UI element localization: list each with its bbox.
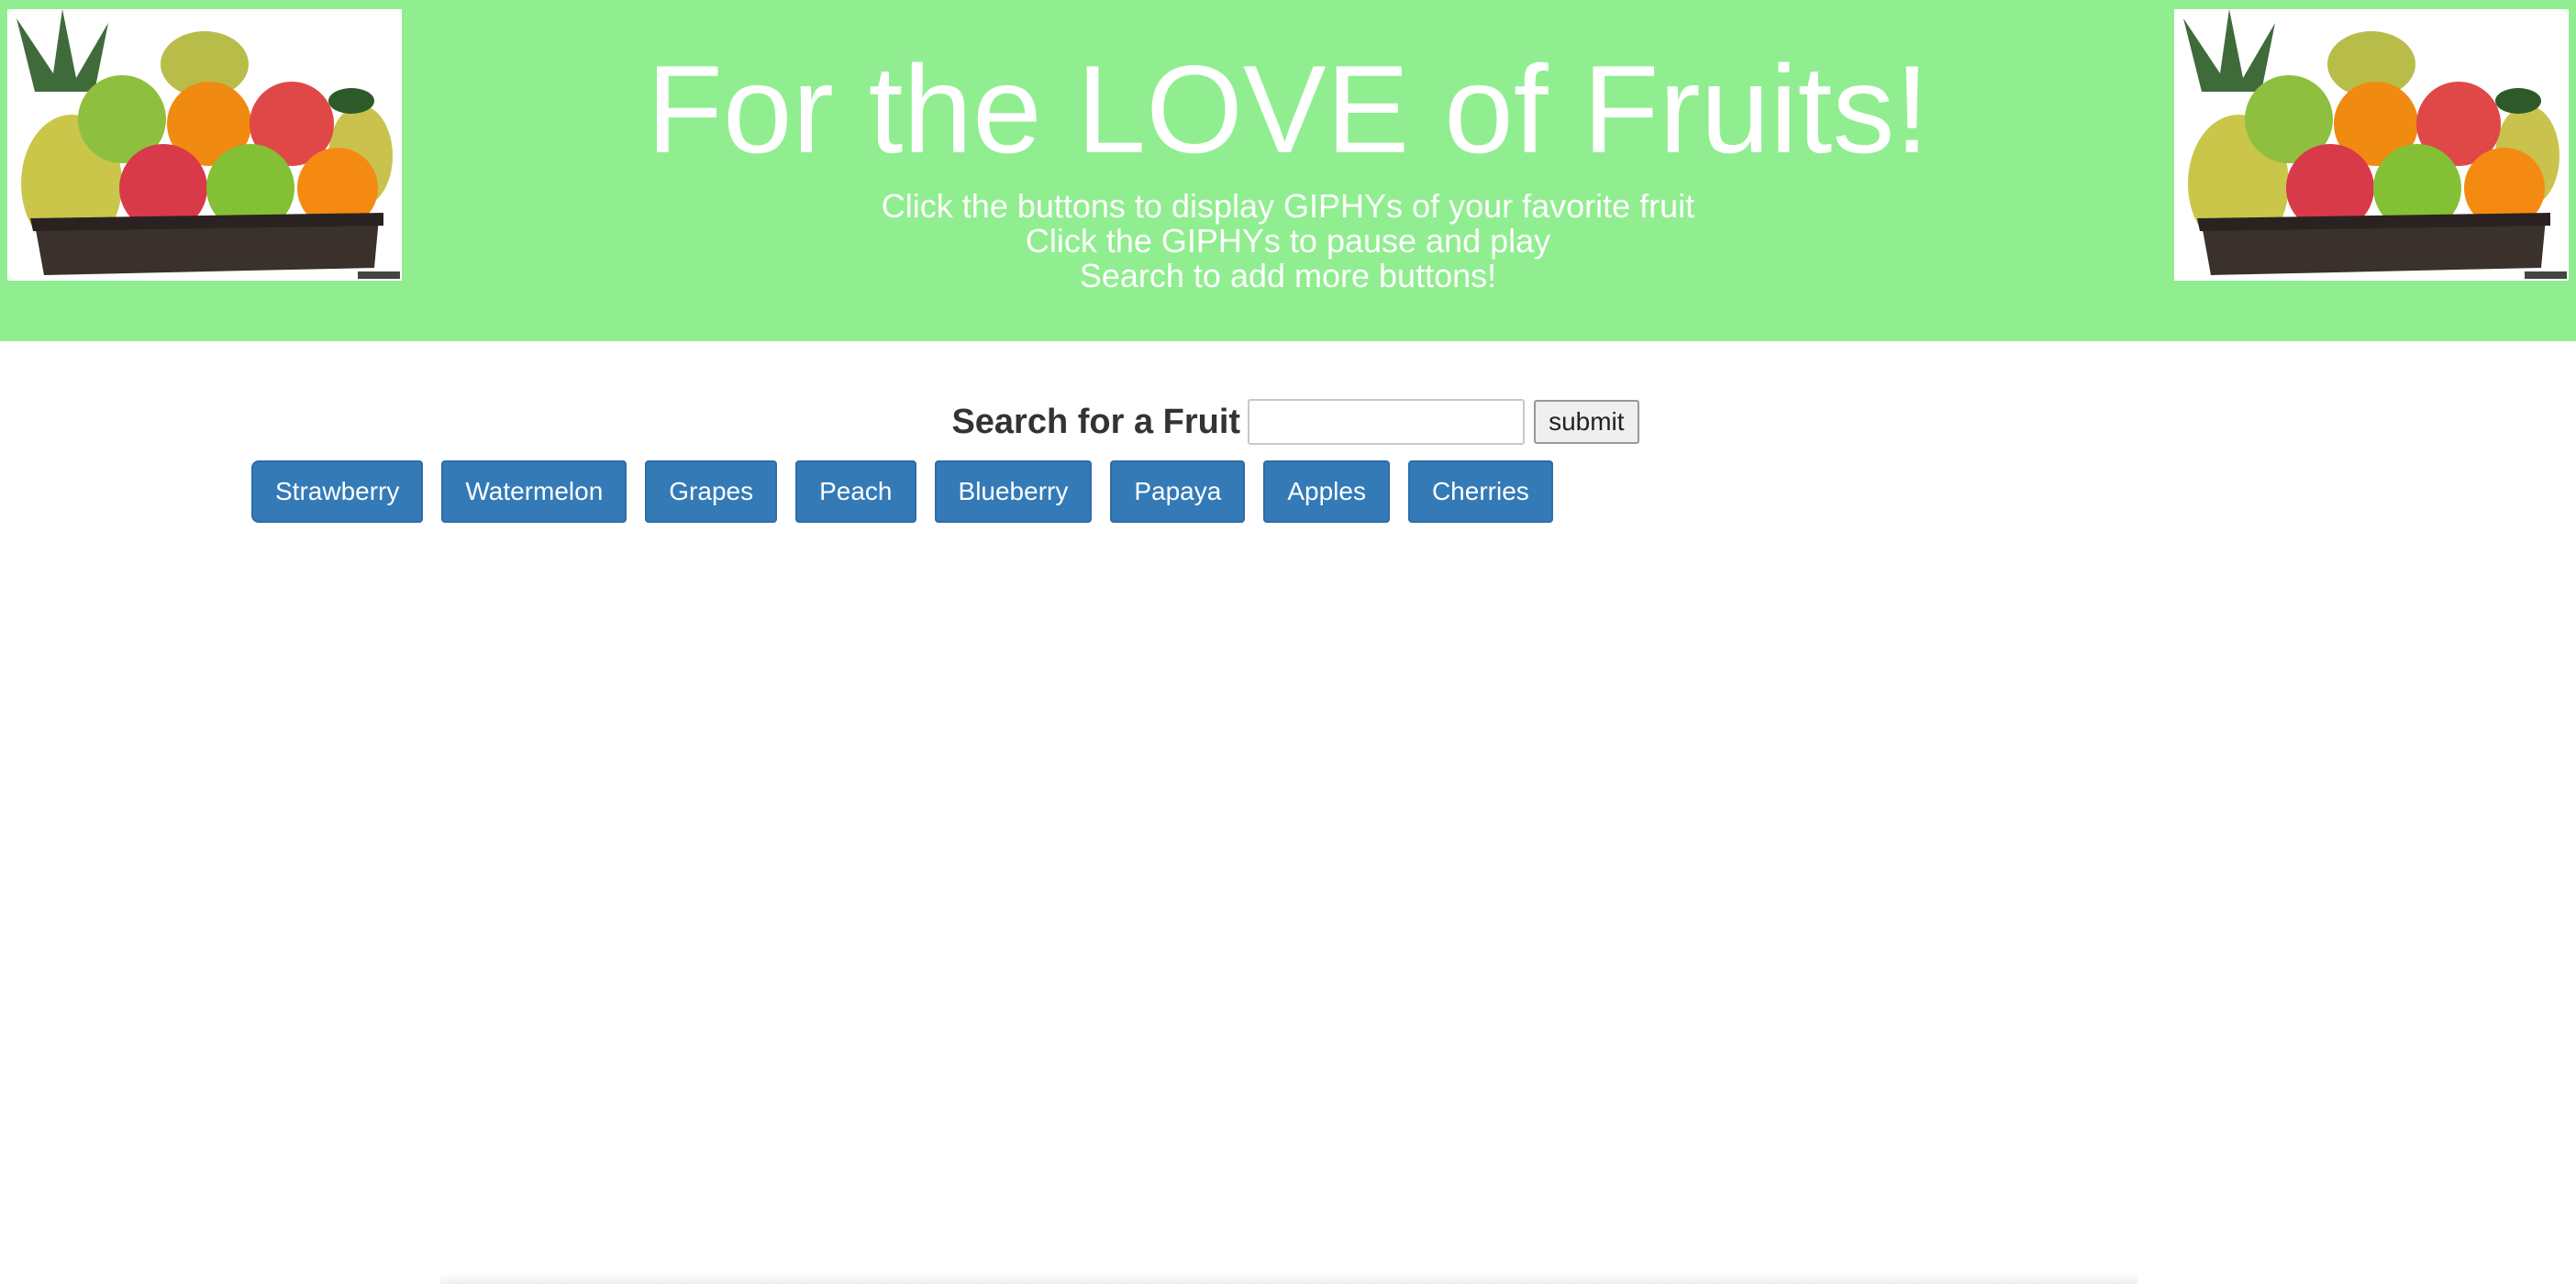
fruit-button-strawberry[interactable]: Strawberry (251, 460, 424, 523)
search-input[interactable] (1248, 399, 1526, 445)
fruit-button-list: Strawberry Watermelon Grapes Peach Blueb… (251, 460, 1553, 523)
page-bottom-shadow (440, 1273, 2137, 1284)
fruit-button-watermelon[interactable]: Watermelon (441, 460, 627, 523)
fruit-button-peach[interactable]: Peach (795, 460, 916, 523)
page-header: For the LOVE of Fruits! Click the button… (0, 0, 2576, 341)
fruit-button-grapes[interactable]: Grapes (645, 460, 778, 523)
fruit-button-blueberry[interactable]: Blueberry (934, 460, 1093, 523)
fruit-button-cherries[interactable]: Cherries (1407, 460, 1553, 523)
submit-button[interactable]: submit (1534, 400, 1639, 444)
watermark (2525, 271, 2567, 279)
fruit-button-papaya[interactable]: Papaya (1110, 460, 1246, 523)
search-form: Search for a Fruit submit (0, 396, 2576, 448)
fruit-button-apples[interactable]: Apples (1263, 460, 1390, 523)
search-label: Search for a Fruit (951, 402, 1241, 441)
fruit-basket-image-right (2174, 9, 2569, 281)
fruit-basket-illustration (2183, 9, 2559, 275)
